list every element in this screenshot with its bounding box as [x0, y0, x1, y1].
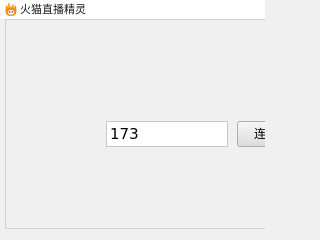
room-number-input[interactable]	[106, 121, 228, 147]
connect-button[interactable]: 连接	[237, 121, 265, 147]
window-title: 火猫直播精灵	[20, 3, 86, 16]
app-window: 火猫直播精灵 连接	[0, 0, 265, 235]
fire-cat-app-icon	[4, 2, 18, 17]
title-bar[interactable]: 火猫直播精灵	[0, 0, 265, 19]
